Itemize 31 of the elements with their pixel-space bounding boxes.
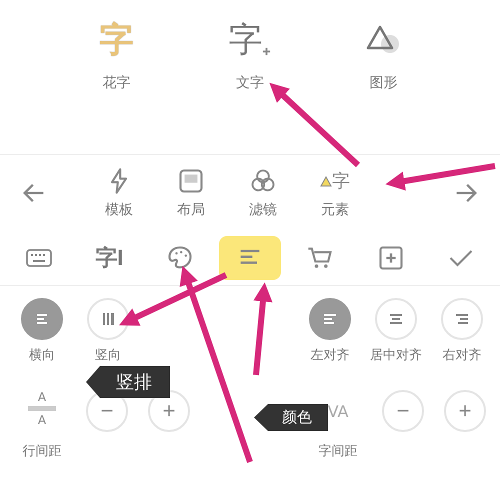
option-label: 字间距 bbox=[318, 443, 358, 460]
increase-button[interactable]: + bbox=[444, 390, 486, 432]
callout-tooltip: 颜色 bbox=[254, 404, 328, 431]
option-label: 右对齐 bbox=[442, 347, 482, 364]
panel-label: 图形 bbox=[369, 74, 398, 92]
increase-button[interactable]: + bbox=[148, 390, 190, 432]
add-box-icon bbox=[376, 244, 405, 272]
panel-label: 花字 bbox=[102, 74, 131, 92]
nav-label: 元素 bbox=[321, 200, 349, 218]
center-align-option[interactable] bbox=[375, 298, 417, 340]
nav-label: 滤镜 bbox=[249, 200, 277, 218]
callout-tooltip: 竖排 bbox=[86, 366, 170, 398]
option-label: 行间距 bbox=[22, 443, 62, 460]
filter-icon[interactable] bbox=[249, 166, 277, 194]
option-label: 居中对齐 bbox=[370, 347, 422, 364]
align-tab[interactable] bbox=[218, 236, 281, 280]
font-style-tab[interactable]: 字I bbox=[78, 236, 140, 280]
panel-label: 文字 bbox=[236, 74, 264, 92]
decrease-button[interactable]: − bbox=[382, 390, 424, 432]
option-label: 横向 bbox=[29, 347, 55, 364]
vertical-option[interactable] bbox=[87, 298, 129, 340]
nav-label: 模板 bbox=[105, 200, 133, 218]
nav-label: 布局 bbox=[177, 200, 205, 218]
letter-spacing-icon: VA bbox=[328, 390, 348, 432]
right-align-option[interactable] bbox=[441, 298, 483, 340]
palette-icon bbox=[166, 244, 194, 272]
option-label: 左对齐 bbox=[310, 347, 350, 364]
option-label: 竖向 bbox=[95, 347, 121, 364]
layout-icon[interactable] bbox=[177, 166, 205, 194]
left-align-option[interactable] bbox=[309, 298, 351, 340]
horizontal-option[interactable] bbox=[21, 298, 63, 340]
